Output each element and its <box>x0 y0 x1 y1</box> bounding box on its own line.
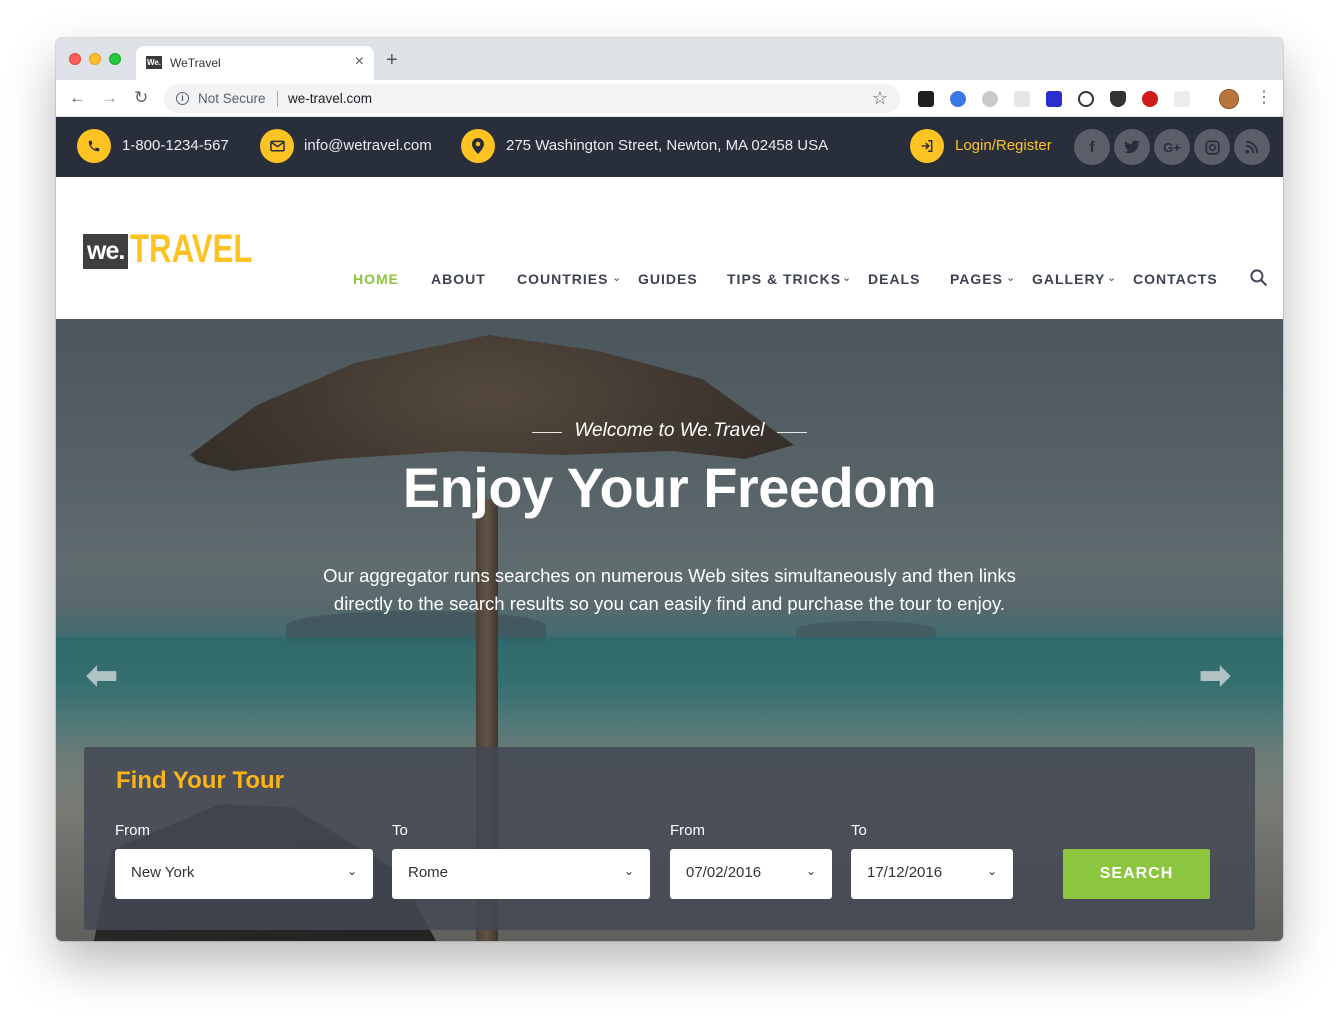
to-city-select[interactable]: Rome ⌄ <box>392 849 650 899</box>
nav-countries[interactable]: COUNTRIES <box>517 271 608 287</box>
site-header: we. TRAVEL HOME ABOUT COUNTRIES ⌄ GUIDES… <box>56 177 1283 319</box>
info-icon[interactable]: i <box>176 92 189 105</box>
twitter-icon[interactable] <box>1114 129 1150 165</box>
security-status: Not Secure <box>198 91 266 106</box>
profile-avatar[interactable] <box>1219 89 1239 109</box>
chevron-down-icon: ⌄ <box>1107 272 1117 284</box>
blue-extension-icon[interactable] <box>1046 91 1062 107</box>
phone-number[interactable]: 1-800-1234-567 <box>122 137 229 154</box>
url-text[interactable]: we-travel.com <box>288 91 372 106</box>
browser-window: We. WeTravel × + ← → ↻ i Not Secure we-t… <box>56 38 1283 941</box>
new-tab-button[interactable]: + <box>386 50 398 70</box>
forward-arrow-icon[interactable]: → <box>101 88 118 108</box>
street-address: 275 Washington Street, Newton, MA 02458 … <box>506 137 829 154</box>
location-pin-icon <box>461 129 495 163</box>
browser-toolbar: ← → ↻ i Not Secure we-travel.com ☆ ⋮ <box>56 80 1283 117</box>
login-icon[interactable] <box>910 129 944 163</box>
browser-tab[interactable]: We. WeTravel × <box>136 46 374 80</box>
ghostery-extension-icon[interactable] <box>950 91 966 107</box>
google-plus-icon[interactable]: G+ <box>1154 129 1190 165</box>
url-divider <box>277 91 278 107</box>
to-date-select[interactable]: 17/12/2016 ⌄ <box>851 849 1013 899</box>
top-info-bar: 1-800-1234-567 info@wetravel.com 275 Was… <box>56 117 1283 177</box>
from-city-value: New York <box>131 864 195 881</box>
hero-welcome: Welcome to We.Travel <box>574 420 765 441</box>
buffer-extension-icon[interactable] <box>918 91 934 107</box>
email-address[interactable]: info@wetravel.com <box>304 137 432 154</box>
nav-tips-tricks[interactable]: TIPS & TRICKS <box>727 271 841 287</box>
nav-deals[interactable]: DEALS <box>868 271 920 287</box>
site-logo[interactable]: we. TRAVEL <box>83 229 287 269</box>
tab-close-icon[interactable]: × <box>355 53 364 71</box>
from-date-value: 07/02/2016 <box>686 864 762 881</box>
grid-extension-icon[interactable] <box>1014 91 1030 107</box>
hero-slider: Welcome to We.Travel Enjoy Your Freedom … <box>56 319 1283 941</box>
from-city-label: From <box>115 822 150 839</box>
minimize-window-button[interactable] <box>89 53 101 65</box>
facebook-icon[interactable]: f <box>1074 129 1110 165</box>
reload-icon[interactable]: ↻ <box>134 88 148 108</box>
chevron-down-icon: ⌄ <box>1006 272 1016 284</box>
menu-kebab-icon[interactable]: ⋮ <box>1256 88 1272 108</box>
adblock-extension-icon[interactable] <box>1142 91 1158 107</box>
instagram-icon[interactable] <box>1194 129 1230 165</box>
hero-description: Our aggregator runs searches on numerous… <box>323 565 1016 614</box>
onepassword-extension-icon[interactable] <box>1078 91 1094 107</box>
chevron-down-icon: ⌄ <box>623 864 634 878</box>
address-bar[interactable]: i Not Secure we-travel.com ☆ <box>164 84 900 113</box>
circle-extension-icon[interactable] <box>982 91 998 107</box>
from-city-select[interactable]: New York ⌄ <box>115 849 373 899</box>
cloud-extension-icon[interactable] <box>1174 91 1190 107</box>
back-arrow-icon[interactable]: ← <box>69 88 86 108</box>
to-date-label: To <box>851 822 867 839</box>
login-register-link[interactable]: Login/Register <box>955 137 1052 154</box>
site-favicon-icon: We. <box>146 56 162 69</box>
tab-strip: We. WeTravel × + <box>56 38 1283 80</box>
chevron-down-icon: ⌄ <box>612 272 622 284</box>
chevron-down-icon: ⌄ <box>346 864 357 878</box>
search-button[interactable]: SEARCH <box>1063 849 1210 899</box>
tab-title: WeTravel <box>170 56 221 70</box>
nav-guides[interactable]: GUIDES <box>638 271 698 287</box>
nav-gallery[interactable]: GALLERY <box>1032 271 1105 287</box>
nav-about[interactable]: ABOUT <box>431 271 486 287</box>
chevron-down-icon: ⌄ <box>805 864 816 878</box>
nav-home[interactable]: HOME <box>353 271 399 287</box>
chevron-down-icon: ⌄ <box>986 864 997 878</box>
maximize-window-button[interactable] <box>109 53 121 65</box>
to-city-value: Rome <box>408 864 449 881</box>
rss-icon[interactable] <box>1234 129 1270 165</box>
nav-contacts[interactable]: CONTACTS <box>1133 271 1218 287</box>
prev-arrow-icon[interactable]: ⬅ <box>86 657 118 695</box>
hero-title: Enjoy Your Freedom <box>402 456 937 519</box>
find-tour-panel: Find Your Tour From New York ⌄ To Rome ⌄… <box>84 747 1255 930</box>
to-city-label: To <box>392 822 408 839</box>
bookmark-star-icon[interactable]: ☆ <box>872 88 888 109</box>
next-arrow-icon[interactable]: ➡ <box>1199 657 1231 695</box>
phone-icon <box>77 129 111 163</box>
chevron-down-icon: ⌄ <box>842 272 852 284</box>
logo-we: we. <box>83 234 129 269</box>
to-date-value: 17/12/2016 <box>867 864 943 881</box>
from-date-label: From <box>670 822 705 839</box>
pocket-extension-icon[interactable] <box>1110 91 1126 107</box>
logo-travel: TRAVEL <box>130 227 253 271</box>
nav-pages[interactable]: PAGES <box>950 271 1003 287</box>
find-tour-title: Find Your Tour <box>116 767 284 794</box>
close-window-button[interactable] <box>69 53 81 65</box>
search-icon[interactable] <box>1249 268 1268 292</box>
from-date-select[interactable]: 07/02/2016 ⌄ <box>670 849 832 899</box>
email-icon <box>260 129 294 163</box>
